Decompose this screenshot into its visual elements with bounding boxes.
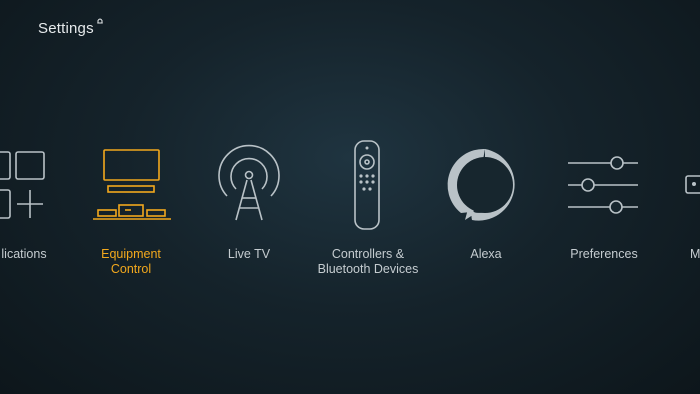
settings-row: lications Equipment Control Live TV Cont… (0, 0, 700, 394)
settings-item-my-fire-tv[interactable]: M (652, 140, 700, 290)
my-fire-tv-icon (685, 175, 700, 194)
settings-item-label: M (690, 247, 700, 261)
